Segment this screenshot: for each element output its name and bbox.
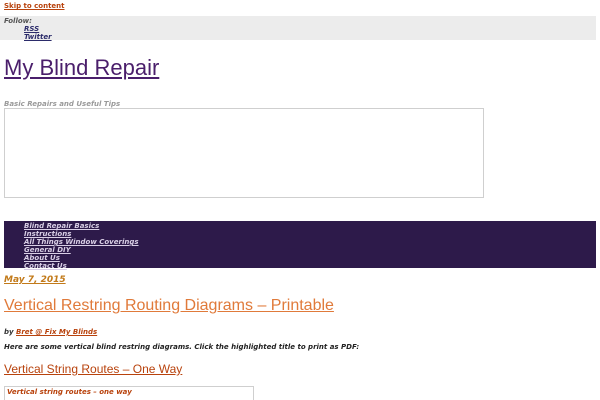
nav-list: Blind Repair Basics Instructions All Thi… bbox=[24, 222, 139, 270]
post-byline: by Bret @ Fix My Blinds bbox=[4, 328, 97, 336]
diagram-figure: Vertical string routes – one way bbox=[4, 386, 254, 400]
nav-item: General DIY bbox=[24, 246, 139, 254]
nav-contact-us[interactable]: Contact Us bbox=[24, 262, 67, 270]
figure-caption: Vertical string routes – one way bbox=[7, 388, 132, 396]
post-title-link[interactable]: Vertical Restring Routing Diagrams – Pri… bbox=[4, 296, 334, 316]
post-intro: Here are some vertical blind restring di… bbox=[4, 343, 360, 351]
author-link[interactable]: Bret @ Fix My Blinds bbox=[16, 328, 97, 336]
follow-label: Follow: bbox=[4, 17, 32, 25]
nav-blind-repair-basics[interactable]: Blind Repair Basics bbox=[24, 222, 99, 230]
skip-to-content-link[interactable]: Skip to content bbox=[4, 2, 65, 10]
nav-window-coverings[interactable]: All Things Window Coverings bbox=[24, 238, 139, 246]
twitter-link[interactable]: Twitter bbox=[24, 33, 52, 41]
header-image-placeholder bbox=[4, 108, 484, 198]
nav-item: All Things Window Coverings bbox=[24, 238, 139, 246]
nav-instructions[interactable]: Instructions bbox=[24, 230, 71, 238]
follow-list: RSS Twitter bbox=[24, 25, 52, 41]
section-title-link[interactable]: Vertical String Routes – One Way bbox=[4, 362, 182, 376]
nav-item: About Us bbox=[24, 254, 139, 262]
follow-bar: Follow: RSS Twitter bbox=[0, 16, 596, 41]
post-date-link[interactable]: May 7, 2015 bbox=[4, 275, 66, 286]
rss-link[interactable]: RSS bbox=[24, 25, 39, 33]
follow-item-twitter: Twitter bbox=[24, 33, 52, 41]
main-navigation: Blind Repair Basics Instructions All Thi… bbox=[4, 221, 596, 270]
nav-item: Instructions bbox=[24, 230, 139, 238]
nav-item: Contact Us bbox=[24, 262, 139, 270]
nav-item: Blind Repair Basics bbox=[24, 222, 139, 230]
nav-general-diy[interactable]: General DIY bbox=[24, 246, 71, 254]
byline-prefix: by bbox=[4, 328, 14, 336]
site-description: Basic Repairs and Useful Tips bbox=[4, 100, 121, 108]
follow-item-rss: RSS bbox=[24, 25, 52, 33]
site-title[interactable]: My Blind Repair bbox=[4, 54, 159, 82]
nav-about-us[interactable]: About Us bbox=[24, 254, 60, 262]
